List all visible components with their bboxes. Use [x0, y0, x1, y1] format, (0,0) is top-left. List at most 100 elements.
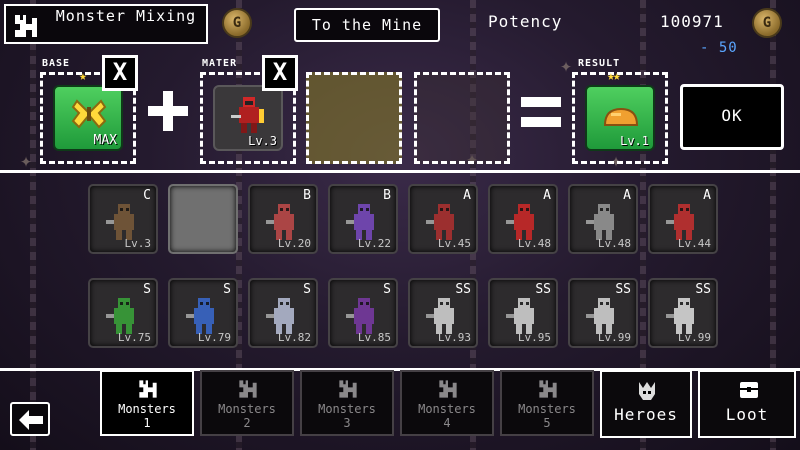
tab-monsters-2[interactable]: Monsters 2: [200, 370, 294, 436]
tab-monsters-5[interactable]: Monsters 5: [500, 370, 594, 436]
monster-level: Lv.79: [197, 331, 231, 344]
monster-grade: A: [543, 188, 551, 203]
result-star-rating: ★★: [607, 69, 621, 84]
monster-level: Lv.22: [357, 237, 391, 250]
monster-cell[interactable]: A Lv.48: [568, 184, 638, 254]
monster-level: Lv.99: [677, 331, 711, 344]
monster-cell[interactable]: S Lv.79: [168, 278, 238, 348]
monster-grade: C: [143, 188, 151, 203]
mater-label: MATER: [202, 58, 238, 69]
monster-emblem-icon: [139, 380, 157, 398]
base-label: BASE: [42, 58, 71, 69]
monster-cell[interactable]: A Lv.48: [488, 184, 558, 254]
tab-label: Monsters 1: [102, 402, 192, 430]
ok-button[interactable]: OK: [680, 84, 784, 150]
to-the-mine-button[interactable]: To the Mine: [294, 8, 440, 42]
monster-cell[interactable]: B Lv.20: [248, 184, 318, 254]
monster-level: Lv.95: [517, 331, 551, 344]
page-title: Monster Mixing: [55, 7, 197, 25]
tab-label-line1: Monsters: [218, 402, 276, 416]
material-monster-tile[interactable]: Lv.3: [213, 85, 283, 151]
monster-level: Lv.44: [677, 237, 711, 250]
monster-cell[interactable]: S Lv.75: [88, 278, 158, 348]
monster-level: Lv.48: [517, 237, 551, 250]
result-level: Lv.1: [620, 134, 649, 148]
monster-level: Lv.82: [277, 331, 311, 344]
monster-level: Lv.93: [437, 331, 471, 344]
divider: [0, 170, 800, 173]
material-level: Lv.3: [248, 134, 277, 148]
tab-label-line2: 4: [443, 416, 451, 430]
result-slot: Lv.1: [572, 72, 668, 164]
monster-cell[interactable]: SS Lv.95: [488, 278, 558, 348]
monster-cell[interactable]: A Lv.45: [408, 184, 478, 254]
gold-cost: - 50: [700, 40, 738, 56]
heroes-label: Heroes: [614, 405, 678, 424]
gold-amount: 100971: [660, 12, 724, 31]
monster-emblem-icon: [15, 15, 37, 37]
monster-cell[interactable]: SS Lv.99: [648, 278, 718, 348]
tab-label-line2: 3: [343, 416, 351, 430]
monster-grade: S: [143, 282, 151, 297]
tab-label-line1: Monsters: [418, 402, 476, 416]
monster-cell[interactable]: A Lv.44: [648, 184, 718, 254]
result-monster-tile: Lv.1: [585, 85, 655, 151]
gold-coin-icon[interactable]: G: [752, 8, 782, 38]
butterfly-icon: [71, 99, 107, 129]
base-star-rating: ★: [79, 69, 87, 84]
background-chain: [30, 0, 36, 450]
monster-cell[interactable]: S Lv.82: [248, 278, 318, 348]
monster-cell[interactable]: B Lv.22: [328, 184, 398, 254]
monster-grade: B: [383, 188, 391, 203]
monster-cell[interactable]: C Lv.3: [88, 184, 158, 254]
tab-monsters-1[interactable]: Monsters 1: [100, 370, 194, 436]
monster-grade: S: [223, 282, 231, 297]
empty-material-slot[interactable]: [306, 72, 402, 164]
monster-grade: A: [463, 188, 471, 203]
monster-emblem-icon: [239, 380, 257, 398]
plus-icon: [148, 91, 188, 131]
tab-label-line2: 1: [143, 416, 151, 430]
monster-level: Lv.20: [277, 237, 311, 250]
monster-level: Lv.75: [117, 331, 151, 344]
monster-emblem-icon: [339, 380, 357, 398]
back-button[interactable]: [10, 402, 50, 436]
monster-level: Lv.48: [597, 237, 631, 250]
monster-grade: S: [303, 282, 311, 297]
gold-coin-icon[interactable]: G: [222, 8, 252, 38]
hero-helmet-icon: [639, 382, 655, 400]
remove-material-button[interactable]: X: [262, 55, 298, 91]
monster-cell[interactable]: S Lv.85: [328, 278, 398, 348]
monster-level: Lv.3: [124, 237, 152, 250]
tab-label: Monsters 5: [502, 402, 592, 430]
treasure-chest-icon: [740, 382, 758, 398]
empty-monster-cell[interactable]: [168, 184, 238, 254]
title-panel: Monster Mixing: [4, 4, 208, 44]
tab-monsters-4[interactable]: Monsters 4: [400, 370, 494, 436]
base-monster-tile[interactable]: MAX: [53, 85, 123, 151]
heroes-button[interactable]: Heroes: [600, 370, 692, 438]
result-label: RESULT: [578, 58, 621, 69]
loot-label: Loot: [725, 405, 769, 424]
monster-level: Lv.99: [597, 331, 631, 344]
monster-grade: S: [383, 282, 391, 297]
monster-cell[interactable]: SS Lv.99: [568, 278, 638, 348]
monster-grade: B: [303, 188, 311, 203]
monster-cell[interactable]: SS Lv.93: [408, 278, 478, 348]
red-warrior-icon: [231, 97, 264, 133]
game-screen: ✦ ✦ ✦ ✦ ✦ Monster Mixing G To the Mine P…: [0, 0, 800, 450]
tab-label-line1: Monsters: [518, 402, 576, 416]
monster-grade: A: [623, 188, 631, 203]
tab-label: Monsters 2: [202, 402, 292, 430]
tab-label: Monsters 3: [302, 402, 392, 430]
empty-material-slot[interactable]: [414, 72, 510, 164]
slime-icon: [603, 107, 639, 126]
remove-base-button[interactable]: X: [102, 55, 138, 91]
tab-monsters-3[interactable]: Monsters 3: [300, 370, 394, 436]
tab-label-line2: 2: [243, 416, 251, 430]
shuriken-decoration-icon: ✦: [20, 148, 33, 172]
loot-button[interactable]: Loot: [698, 370, 796, 438]
monster-emblem-icon: [439, 380, 457, 398]
tab-label-line2: 5: [543, 416, 551, 430]
equals-icon: [521, 95, 561, 129]
